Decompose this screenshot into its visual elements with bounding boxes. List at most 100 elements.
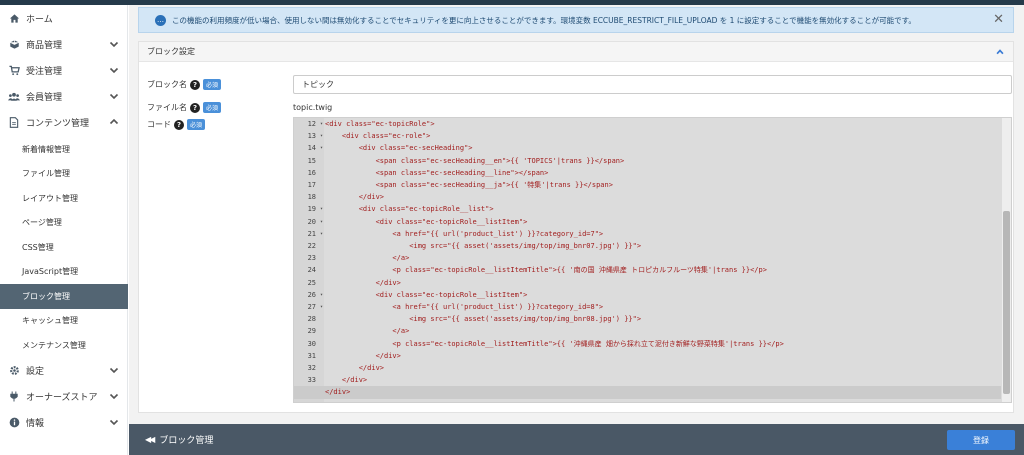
help-icon[interactable]: ? [174,119,184,130]
sidebar-item-label: オーナーズストア [26,392,98,403]
sidebar-item-settings[interactable]: 設定 [0,357,128,383]
sidebar-item-home[interactable]: ホーム [0,5,128,31]
sidebar-subitem-layouts[interactable]: レイアウト管理 [0,186,128,211]
double-chevron-left-icon: ◀◀ [145,435,155,444]
block-settings-card: ブロック設定 ブロック名 ? 必須 ファイル名 ? 必須 topic.twig … [138,41,1014,413]
sidebar-subitem-cache[interactable]: キャッシュ管理 [0,309,128,334]
alert-text: この機能の利用頻度が低い場合、使用しない間は無効化することでセキュリティを更に向… [172,15,916,25]
fold-arrow-icon[interactable]: ▾ [320,118,323,130]
chat-info-icon: … [155,14,166,26]
code-line: <span class="ec-secHeading__en">{{ 'TOPI… [325,156,625,165]
sidebar-subitem-blocks[interactable]: ブロック管理 [0,284,128,309]
scrollbar-thumb[interactable] [1003,211,1010,394]
sidebar-subitem-maintenance[interactable]: メンテナンス管理 [0,333,128,358]
help-icon[interactable]: ? [190,102,200,113]
code-line: </a> [325,327,410,336]
sidebar-subitem-javascript[interactable]: JavaScript管理 [0,260,128,285]
sidebar-item-label: 商品管理 [26,40,63,51]
line-number: 26 ▾ [294,289,324,301]
line-number: 16 [307,168,316,177]
line-number: 20 ▾ [294,216,324,228]
sidebar-item-orders[interactable]: 受注管理 [0,57,128,83]
help-icon[interactable]: ? [190,79,200,90]
code-line: <div class="ec-topicRole__listItem"> [325,290,528,299]
file-name-label: ファイル名 ? 必須 [147,102,222,113]
required-badge: 必須 [203,79,222,90]
sidebar: ホーム 商品管理 受注管理 会員管理 コンテンツ管理 新着情報管理 ファイル管理… [0,5,128,455]
chevron-down-icon [108,64,120,76]
fold-arrow-icon[interactable]: ▾ [320,130,323,142]
code-line: </div> [325,364,385,372]
sidebar-item-products[interactable]: 商品管理 [0,31,128,57]
home-icon [8,12,20,24]
code-line: </div> [325,193,385,202]
line-number-gutter: 12 ▾ 13 ▾ 14 ▾ 15 16 17 18 19 ▾ 20 ▾ 21 ▾ 22 23 24 25 26 ▾ 27 ▾… [294,118,324,402]
footer-bar: ◀◀ ブロック管理 登録 [129,424,1024,455]
line-number: 17 [307,181,316,189]
main-content: … この機能の利用頻度が低い場合、使用しない間は無効化することでセキュリティを更… [129,5,1024,455]
code-line: <p class="ec-topicRole__listItemTitle">{… [325,266,767,275]
active-line-highlight [294,386,1001,399]
sidebar-item-label: コンテンツ管理 [26,118,90,129]
code-line: <div class="ec-secHeading"> [325,144,473,153]
code-line: <div class="ec-topicRole__listItem"> [325,217,528,226]
line-number: 27 ▾ [294,301,324,313]
line-number: 13 ▾ [294,130,324,142]
plug-icon [8,390,20,402]
sidebar-item-label: 会員管理 [26,92,63,103]
chevron-up-icon[interactable] [995,47,1005,57]
close-icon[interactable]: ✕ [993,13,1004,26]
fold-arrow-icon[interactable]: ▾ [320,228,323,240]
line-number: 12 ▾ [294,118,324,130]
sidebar-subitem-css[interactable]: CSS管理 [0,235,128,260]
info-icon [8,416,20,428]
fold-arrow-icon[interactable]: ▾ [320,203,323,215]
code-line: <img src="{{ asset('assets/img/top/img_b… [325,315,642,324]
back-to-block-list-link[interactable]: ◀◀ ブロック管理 [145,433,213,446]
code-line: <p class="ec-topicRole__listItemTitle">{… [325,339,784,348]
code-line: <img src="{{ asset('assets/img/top/img_b… [325,242,642,250]
line-number: 32 [307,364,316,372]
line-number: 33 [307,376,316,385]
file-name-label-text: ファイル名 [147,103,187,112]
code-label-text: コード [147,120,171,129]
sidebar-item-label: 受注管理 [26,66,63,77]
sidebar-item-members[interactable]: 会員管理 [0,83,128,109]
sidebar-item-label: ホーム [26,14,53,25]
sidebar-item-owners-store[interactable]: オーナーズストア [0,383,128,409]
line-number: 30 [307,339,316,348]
sidebar-subitem-news[interactable]: 新着情報管理 [0,137,128,162]
chevron-up-icon [108,116,120,128]
code-line: <div class="ec-topicRole"> [325,120,435,128]
sidebar-item-contents[interactable]: コンテンツ管理 [0,109,128,135]
editor-scrollbar[interactable] [1002,118,1011,402]
cart-icon [8,64,20,76]
card-header: ブロック設定 [139,42,1013,62]
sidebar-subitem-files[interactable]: ファイル管理 [0,162,128,187]
line-number: 31 [307,351,316,360]
sidebar-subitem-pages[interactable]: ページ管理 [0,211,128,236]
sidebar-item-info[interactable]: 情報 [0,409,128,435]
code-line: <div class="ec-role"> [325,132,431,141]
fold-arrow-icon[interactable]: ▾ [320,216,323,228]
chevron-down-icon [108,416,120,428]
line-number: 29 [307,327,316,336]
line-number: 28 [307,315,316,324]
back-label: ブロック管理 [159,436,214,446]
code-line: <span class="ec-secHeading__line"></span… [325,168,549,177]
security-alert: … この機能の利用頻度が低い場合、使用しない間は無効化することでセキュリティを更… [138,7,1014,33]
card-title: ブロック設定 [147,47,195,56]
gear-icon [8,364,20,376]
fold-arrow-icon[interactable]: ▾ [320,301,323,313]
code-editor[interactable]: 12 ▾ 13 ▾ 14 ▾ 15 16 17 18 19 ▾ 20 ▾ 21 ▾ 22 23 24 25 26 ▾ 27 ▾… [293,117,1012,403]
block-name-label-text: ブロック名 [147,80,187,89]
line-number: 18 [307,193,316,202]
code-line: </div> [325,388,351,397]
fold-arrow-icon[interactable]: ▾ [320,142,323,154]
line-number: 22 [307,242,316,250]
block-name-input[interactable] [293,75,1012,94]
fold-arrow-icon[interactable]: ▾ [320,289,323,301]
users-icon [8,90,20,102]
code-line: </div> [325,278,401,287]
save-button[interactable]: 登録 [947,430,1015,450]
